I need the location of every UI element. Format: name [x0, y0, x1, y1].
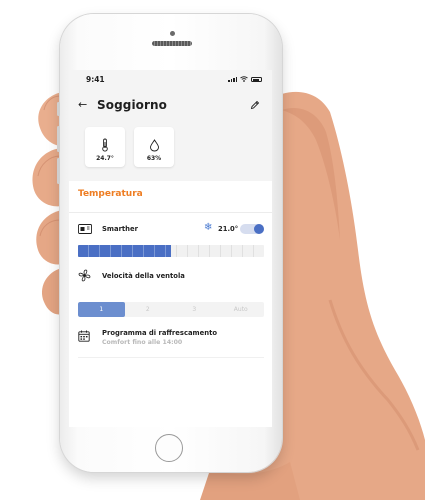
- section-title-temperatura: Temperatura: [78, 189, 143, 199]
- volume-up-button: [57, 126, 60, 152]
- divider: [69, 212, 272, 213]
- thermostat-toggle[interactable]: [240, 224, 264, 234]
- volume-down-button: [57, 158, 60, 184]
- status-bar: 9:41: [69, 70, 272, 88]
- arrow-left-icon[interactable]: ←: [78, 98, 87, 111]
- setpoint-slider-fill: [78, 245, 171, 257]
- status-time: 9:41: [86, 75, 105, 84]
- battery-icon: [251, 77, 262, 82]
- fan-speed-option-1[interactable]: 1: [78, 302, 125, 317]
- side-button: [57, 102, 60, 116]
- fan-speed-option-3[interactable]: 3: [171, 302, 218, 317]
- program-subtitle: Comfort fino alle 14:00: [102, 339, 183, 346]
- temperature-tile: 24.7°: [85, 127, 125, 167]
- snowflake-icon: ❄: [204, 222, 213, 233]
- front-camera: [170, 31, 175, 36]
- setpoint-slider[interactable]: [78, 245, 264, 257]
- earpiece-speaker: [152, 41, 192, 46]
- program-title: Programma di raffrescamento: [102, 329, 218, 337]
- fan-speed-option-2[interactable]: 2: [125, 302, 172, 317]
- cooling-program-row[interactable]: Programma di raffrescamento Comfort fino…: [78, 327, 264, 351]
- fan-speed-label: Velocità della ventola: [102, 272, 185, 280]
- calendar-icon: [78, 330, 90, 342]
- fan-speed-selector: 1 2 3 Auto: [78, 302, 264, 317]
- signal-icon: [228, 77, 237, 82]
- temperature-panel: Temperatura Smarther ❄ 21.0° Velocità de…: [69, 181, 272, 427]
- humidity-tile: 63%: [134, 127, 174, 167]
- temperature-value: 24.7°: [96, 155, 114, 162]
- thermostat-row: Smarther ❄ 21.0°: [78, 222, 264, 236]
- room-header: ← Soggiorno: [69, 92, 272, 122]
- pencil-icon[interactable]: [250, 100, 260, 110]
- humidity-drop-icon: [149, 139, 159, 152]
- status-icons: [228, 76, 262, 82]
- thermometer-icon: [102, 138, 108, 152]
- divider: [78, 357, 264, 358]
- fan-speed-row: Velocità della ventola: [78, 268, 264, 284]
- phone-screen: 9:41 ← Soggiorno 24.7° 63% Temperatura S…: [69, 70, 272, 427]
- humidity-value: 63%: [146, 155, 162, 162]
- page-title: Soggiorno: [97, 98, 168, 112]
- setpoint-value: 21.0°: [218, 225, 239, 233]
- fan-speed-option-auto[interactable]: Auto: [218, 302, 265, 317]
- sensor-tiles: 24.7° 63%: [85, 127, 174, 167]
- fan-icon: [78, 269, 91, 282]
- phone-device: 9:41 ← Soggiorno 24.7° 63% Temperatura S…: [57, 14, 282, 472]
- wifi-icon: [240, 76, 248, 82]
- thermostat-device-icon: [78, 224, 92, 234]
- thermostat-name: Smarther: [102, 225, 138, 233]
- home-button[interactable]: [155, 434, 183, 462]
